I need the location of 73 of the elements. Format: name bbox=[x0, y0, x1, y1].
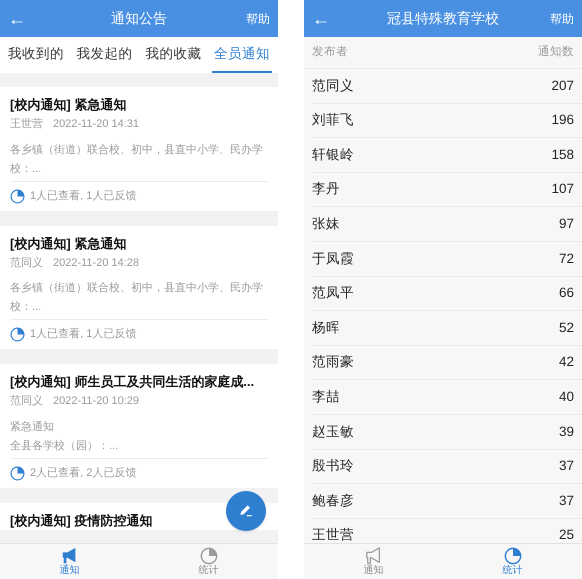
notice-summary: 紧急通知 bbox=[10, 420, 55, 434]
notice-count: 37 bbox=[558, 457, 574, 476]
publisher-name: 李丹 bbox=[312, 180, 340, 198]
publisher-name: 赵玉敏 bbox=[312, 422, 354, 441]
bottom-nav-tab[interactable]: 通知 bbox=[0, 544, 139, 579]
notice-title: [校内通知] 紧急通知 bbox=[10, 96, 128, 114]
notice-count: 158 bbox=[551, 146, 574, 164]
notice-title: [校内通知] 紧急通知 bbox=[10, 234, 128, 252]
tab[interactable]: 我发起的 bbox=[74, 37, 135, 73]
publisher-name: 王世营 bbox=[312, 526, 354, 543]
publisher-name: 范雨豪 bbox=[312, 353, 354, 372]
bottom-nav-tab[interactable]: 统计 bbox=[139, 544, 278, 579]
back-button[interactable]: ← bbox=[312, 10, 352, 28]
read-stats: 1人已查看, 1人已反馈 bbox=[30, 327, 136, 342]
publisher-name: 张妹 bbox=[312, 215, 340, 234]
tab[interactable]: 我的收藏 bbox=[143, 37, 204, 73]
publisher-name: 范同义 bbox=[312, 76, 354, 95]
pie-chart-icon bbox=[504, 547, 522, 565]
notice-count: 196 bbox=[551, 111, 574, 130]
notice-card[interactable]: [校内通知] 师生员工及共同生活的家庭成... 范同义 2022-11-20 10:29 紧急通知 全县各学校（园）：... 2人已查看, 2人已反馈 bbox=[0, 364, 278, 488]
publisher-name: 于凤霞 bbox=[312, 250, 354, 268]
bottom-nav-tab[interactable]: 统计 bbox=[443, 544, 582, 579]
notice-time: 2022-11-20 14:31 bbox=[53, 117, 140, 132]
publisher-name: 杨晖 bbox=[312, 318, 340, 337]
read-stats: 2人已查看, 2人已反馈 bbox=[30, 466, 136, 481]
notice-count: 37 bbox=[558, 492, 574, 510]
help-button[interactable]: 帮助 bbox=[230, 10, 270, 28]
notice-count: 107 bbox=[551, 180, 574, 198]
screen-title: 通知公告 bbox=[110, 9, 168, 28]
publisher-name: 范凤平 bbox=[312, 284, 354, 302]
notice-title: [校内通知] 疫情防控通知 bbox=[10, 512, 154, 530]
notice-time: 2022-11-20 14:28 bbox=[53, 256, 140, 270]
notice-summary: 各乡镇（街道）联合校、初中，县直中小学、民办学校：... bbox=[10, 280, 264, 315]
notice-card[interactable]: [校内通知] 紧急通知 王世营 2022-11-20 14:31 各乡镇（街道）联合校、初中，县直中小学、民办学校：... 1人已查看, 1人已反馈 bbox=[0, 87, 278, 210]
notice-count: 97 bbox=[558, 215, 574, 234]
notice-count: 42 bbox=[558, 353, 574, 372]
back-button[interactable]: ← bbox=[8, 10, 48, 28]
publisher-name: 殷书玲 bbox=[312, 457, 354, 476]
pencil-icon bbox=[238, 503, 254, 519]
pie-chart-icon bbox=[10, 327, 25, 342]
author-name: 范同义 bbox=[10, 394, 43, 409]
publisher-name: 鲍春彦 bbox=[312, 492, 354, 510]
notice-count: 52 bbox=[558, 318, 574, 337]
notice-count: 66 bbox=[558, 284, 574, 302]
notice-summary: 各乡镇（街道）联合校、初中，县直中小学、民办学校：... bbox=[10, 142, 264, 176]
notice-time: 2022-11-20 10:29 bbox=[53, 394, 140, 409]
notice-count: 39 bbox=[558, 422, 574, 441]
compose-button[interactable] bbox=[226, 491, 266, 531]
pie-chart-icon bbox=[10, 188, 25, 204]
tab[interactable]: 全员通知 bbox=[212, 37, 272, 73]
notice-count: 40 bbox=[558, 388, 574, 406]
notice-count: 25 bbox=[558, 526, 574, 543]
screen-title: 冠县特殊教育学校 bbox=[386, 9, 500, 28]
bottom-nav-tab[interactable]: 通知 bbox=[304, 544, 443, 579]
read-stats: 1人已查看, 1人已反馈 bbox=[30, 188, 136, 204]
publisher-name: 轩银岭 bbox=[312, 146, 354, 164]
author-name: 范同义 bbox=[10, 256, 43, 270]
notice-count: 207 bbox=[551, 76, 574, 95]
notice-count: 72 bbox=[558, 250, 574, 268]
pie-chart-icon bbox=[10, 466, 25, 480]
pie-chart-icon bbox=[200, 547, 218, 565]
megaphone-icon bbox=[364, 547, 382, 565]
author-name: 王世营 bbox=[10, 117, 43, 132]
megaphone-icon bbox=[60, 547, 78, 565]
notice-title: [校内通知] 师生员工及共同生活的家庭成... bbox=[10, 373, 256, 391]
help-button[interactable]: 帮助 bbox=[534, 10, 574, 28]
publisher-name: 刘菲飞 bbox=[312, 111, 354, 130]
notice-summary: 全县各学校（园）：... bbox=[10, 438, 120, 454]
notice-card[interactable]: [校内通知] 紧急通知 范同义 2022-11-20 14:28 各乡镇（街道）联合校、初中，县直中小学、民办学校：... 1人已查看, 1人已反馈 bbox=[0, 226, 278, 349]
column-header: 发布者 bbox=[312, 44, 348, 60]
publisher-name: 李喆 bbox=[312, 388, 340, 406]
tab[interactable]: 我收到的 bbox=[6, 37, 66, 73]
column-header: 通知数 bbox=[538, 44, 574, 60]
